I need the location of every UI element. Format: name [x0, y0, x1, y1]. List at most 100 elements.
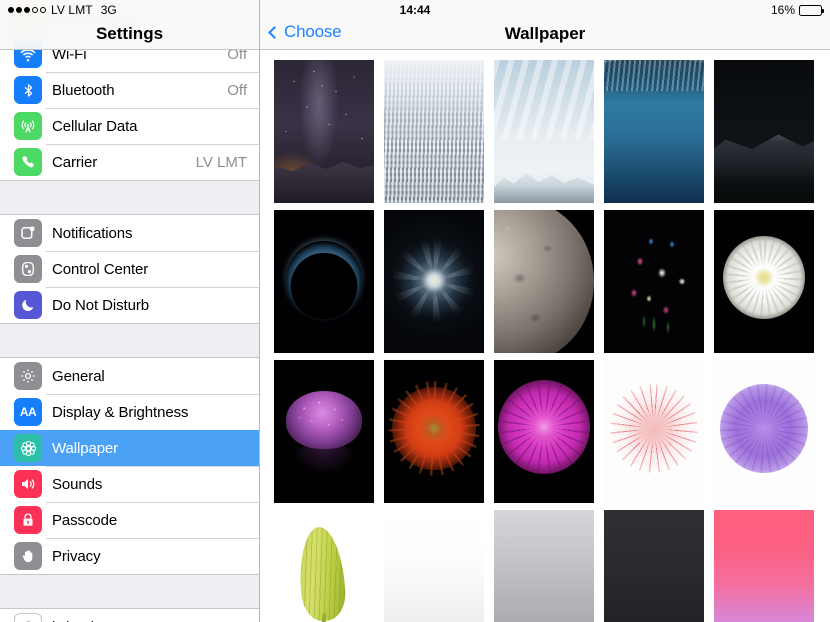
wallpaper-thumbnail-red-chrysanthemum[interactable] — [384, 360, 484, 503]
bouquet-blooms — [604, 210, 704, 353]
settings-list: Airplane Mode Wi-Fi Off — [0, 0, 259, 622]
wallpaper-image — [714, 60, 814, 203]
moon-surface — [494, 210, 594, 353]
cellular-data-icon — [14, 112, 42, 140]
wallpaper-thumbnail-mountain-peaks-under-sky[interactable] — [494, 60, 594, 203]
sidebar-item-wallpaper[interactable]: Wallpaper — [0, 430, 259, 466]
wallpaper-image — [384, 360, 484, 503]
sidebar-item-label: General — [52, 367, 105, 385]
wallpaper-image — [384, 60, 484, 203]
wallpaper-image — [494, 210, 594, 353]
sidebar-item-label: Display & Brightness — [52, 403, 189, 421]
sidebar-item-notifications[interactable]: Notifications — [0, 215, 259, 251]
wallpaper-thumbnail-magenta-dahlia[interactable] — [494, 360, 594, 503]
control-center-icon — [14, 255, 42, 283]
speaker-icon — [14, 470, 42, 498]
wallpaper-image — [604, 360, 704, 503]
wallpaper-thumbnail-white-gradient[interactable] — [384, 510, 484, 622]
wallpaper-thumbnail-milky-way-over-mountain[interactable] — [274, 60, 374, 203]
display-brightness-icon: AA — [14, 398, 42, 426]
wallpaper-grid — [274, 60, 830, 622]
wallpaper-image — [494, 60, 594, 203]
wallpaper-thumbnail-snow-covered-forest[interactable] — [384, 60, 484, 203]
stars-overlay — [274, 60, 374, 203]
wallpaper-image — [714, 510, 814, 622]
leaf-shape — [296, 525, 348, 622]
wallpaper-image — [714, 360, 814, 503]
section-separator — [0, 574, 259, 609]
sidebar-item-passcode[interactable]: Passcode — [0, 502, 259, 538]
flower-shape — [392, 387, 476, 471]
sidebar-item-privacy[interactable]: Privacy — [0, 538, 259, 574]
sidebar-item-do-not-disturb[interactable]: Do Not Disturb — [0, 287, 259, 323]
lock-icon — [14, 506, 42, 534]
bluetooth-icon — [14, 76, 42, 104]
flower-petals — [720, 384, 808, 473]
section-separator — [0, 180, 259, 215]
wallpaper-thumbnail-earth-crescent-from-space[interactable] — [274, 210, 374, 353]
wallpaper-thumbnail-purple-allium-bloom[interactable] — [274, 360, 374, 503]
sidebar-item-general[interactable]: General — [0, 358, 259, 394]
wallpaper-thumbnail-moon-surface-craters[interactable] — [494, 210, 594, 353]
wallpaper-thumbnail-underwater-light-rays[interactable] — [604, 60, 704, 203]
icloud-icon — [14, 613, 42, 622]
wallpaper-image — [494, 360, 594, 503]
wallpaper-thumbnail-wildflower-bouquet[interactable] — [604, 210, 704, 353]
sidebar-item-value: Off — [227, 81, 247, 99]
wallpaper-navigation-bar: Choose Wallpaper — [260, 0, 830, 50]
flower-petals — [723, 235, 805, 319]
sidebar-item-label: Wallpaper — [52, 439, 119, 457]
sidebar-item-label: iCloud — [52, 619, 247, 622]
sidebar-item-label: Cellular Data — [52, 117, 138, 135]
flower-petals — [610, 384, 698, 473]
wallpaper-thumbnail-pink-spider-chrysanthemum[interactable] — [604, 360, 704, 503]
moon-craters — [494, 210, 594, 353]
sidebar-item-carrier[interactable]: Carrier LV LMT — [0, 144, 259, 180]
sidebar-item-control-center[interactable]: Control Center — [0, 251, 259, 287]
wallpaper-image — [274, 360, 374, 503]
notifications-icon — [14, 219, 42, 247]
sidebar-item-icloud[interactable]: iCloud — [0, 609, 259, 622]
sidebar-item-bluetooth[interactable]: Bluetooth Off — [0, 72, 259, 108]
hand-icon — [14, 542, 42, 570]
aa-glyph: AA — [19, 405, 37, 419]
section-separator — [0, 323, 259, 358]
wallpaper-thumbnail-spiral-galaxy[interactable] — [384, 210, 484, 353]
wallpaper-thumbnail-purple-dahlia[interactable] — [714, 360, 814, 503]
wallpaper-image — [714, 210, 814, 353]
sidebar-item-label: Do Not Disturb — [52, 296, 149, 314]
settings-sidebar: Airplane Mode Wi-Fi Off — [0, 0, 260, 622]
sidebar-item-label: Carrier — [52, 153, 98, 171]
wallpaper-image — [384, 510, 484, 622]
wallpaper-thumbnail-gray-gradient[interactable] — [494, 510, 594, 622]
settings-navigation-bar: Settings — [0, 0, 259, 50]
sidebar-item-sounds[interactable]: Sounds — [0, 466, 259, 502]
sidebar-item-label: Privacy — [52, 547, 101, 565]
sidebar-item-label: Passcode — [52, 511, 118, 529]
flower-petals — [498, 380, 590, 475]
ios-settings-window: Airplane Mode Wi-Fi Off — [0, 0, 830, 622]
sidebar-item-cellular-data[interactable]: Cellular Data — [0, 108, 259, 144]
gear-icon — [14, 362, 42, 390]
wallpaper-thumbnail-dark-gradient[interactable] — [604, 510, 704, 622]
wallpaper-image — [274, 510, 374, 622]
wallpaper-detail-pane: Choose Wallpaper — [260, 0, 830, 622]
sidebar-item-display-brightness[interactable]: AA Display & Brightness — [0, 394, 259, 430]
wallpaper-image — [384, 210, 484, 353]
phone-icon — [14, 148, 42, 176]
wallpaper-thumbnail-white-dahlia[interactable] — [714, 210, 814, 353]
galaxy-arms — [392, 238, 476, 322]
wallpaper-image — [604, 60, 704, 203]
sidebar-item-label: Notifications — [52, 224, 133, 242]
wallpaper-image — [604, 210, 704, 353]
wallpaper-image — [604, 510, 704, 622]
wallpaper-image — [494, 510, 594, 622]
wallpaper-thumbnail-dark-sand-dunes[interactable] — [714, 60, 814, 203]
moon-icon — [14, 291, 42, 319]
earth-shape — [286, 241, 362, 319]
sidebar-item-label: Bluetooth — [52, 81, 115, 99]
wallpaper-thumbnail-pink-purple-gradient[interactable] — [714, 510, 814, 622]
wallpaper-flower-icon — [14, 434, 42, 462]
wallpaper-image — [274, 60, 374, 203]
wallpaper-thumbnail-green-leaf[interactable] — [274, 510, 374, 622]
